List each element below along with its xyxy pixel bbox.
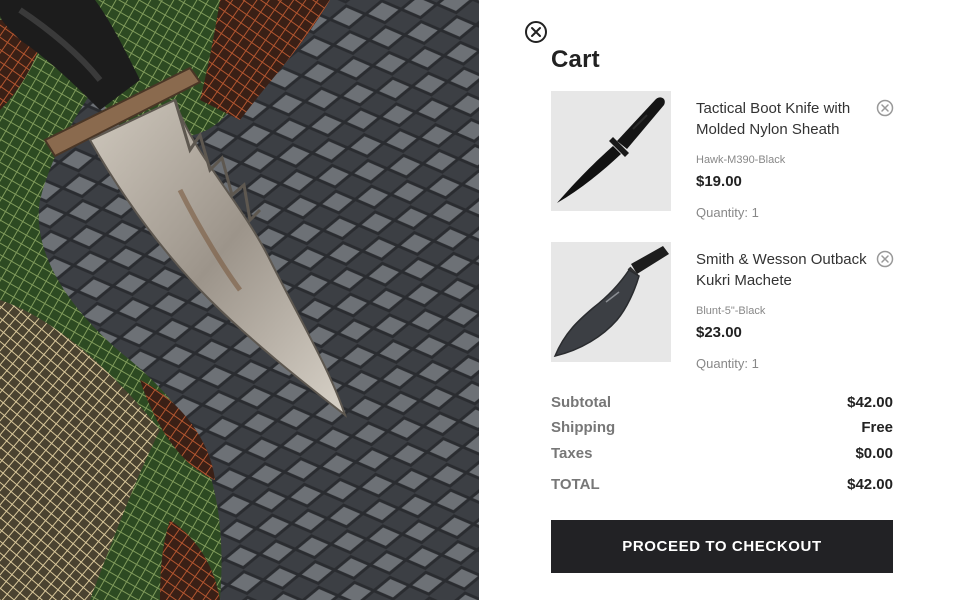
taxes-row: Taxes $0.00 (551, 445, 893, 465)
taxes-label: Taxes (551, 445, 593, 462)
close-circle-icon (525, 21, 547, 43)
kukri-machete-icon (551, 242, 671, 362)
remove-item-button[interactable] (876, 99, 894, 117)
item-price: $19.00 (696, 173, 742, 190)
boot-knife-icon (551, 91, 671, 211)
hero-image (0, 0, 479, 600)
item-name[interactable]: Tactical Boot Knife with Molded Nylon Sh… (696, 98, 872, 140)
shipping-value: Free (861, 419, 893, 436)
total-label: TOTAL (551, 476, 600, 493)
remove-circle-icon (876, 250, 894, 268)
remove-item-button[interactable] (876, 250, 894, 268)
shipping-label: Shipping (551, 419, 616, 436)
proceed-to-checkout-button[interactable]: PROCEED TO CHECKOUT (551, 520, 893, 573)
product-thumbnail[interactable] (551, 242, 671, 362)
item-quantity: Quantity: 1 (696, 205, 759, 220)
cart-panel: Cart Tactical Boot Knife with Molded Nyl… (479, 0, 965, 600)
remove-circle-icon (876, 99, 894, 117)
close-cart-button[interactable] (524, 20, 548, 44)
item-sku: Hawk-M390-Black (696, 154, 786, 166)
item-price: $23.00 (696, 324, 742, 341)
item-sku: Blunt-5"-Black (696, 305, 766, 317)
cart-item: Smith & Wesson Outback Kukri Machete Blu… (551, 242, 894, 372)
subtotal-value: $42.00 (847, 394, 893, 411)
total-row: TOTAL $42.00 (551, 476, 893, 496)
subtotal-label: Subtotal (551, 394, 611, 411)
knife-photo (0, 0, 479, 600)
cart-title: Cart (551, 46, 600, 73)
subtotal-row: Subtotal $42.00 (551, 394, 893, 414)
shipping-row: Shipping Free (551, 419, 893, 439)
product-thumbnail[interactable] (551, 91, 671, 211)
total-value: $42.00 (847, 476, 893, 493)
item-quantity: Quantity: 1 (696, 356, 759, 371)
cart-item: Tactical Boot Knife with Molded Nylon Sh… (551, 91, 894, 221)
taxes-value: $0.00 (855, 445, 893, 462)
item-name[interactable]: Smith & Wesson Outback Kukri Machete (696, 249, 872, 291)
